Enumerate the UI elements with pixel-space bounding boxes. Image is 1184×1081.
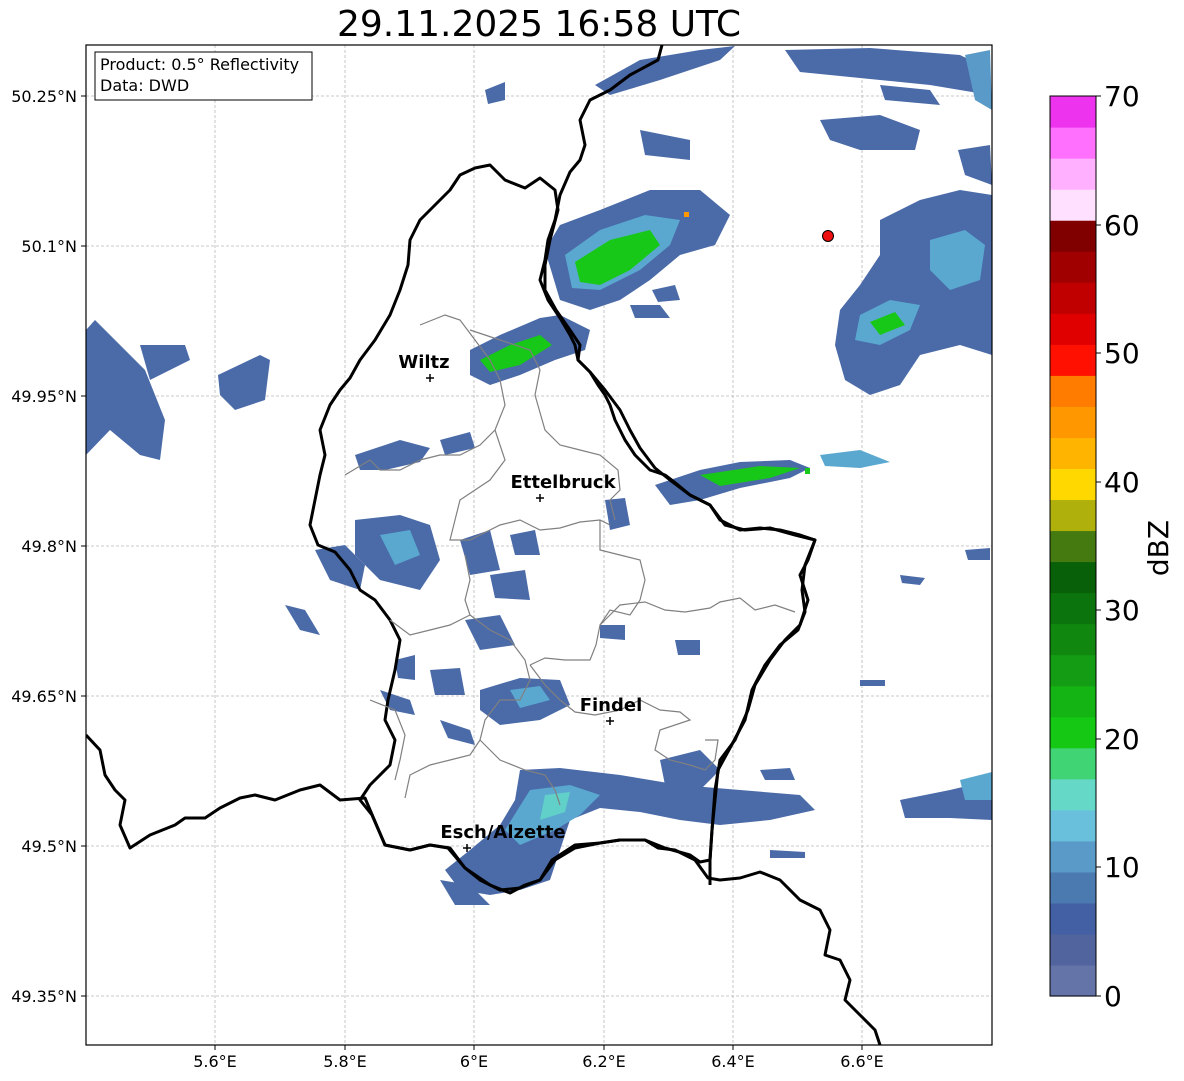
lon-axis: 5.6°E 5.8°E 6°E 6.2°E 6.4°E 6.6°E (193, 1045, 884, 1071)
colorbar-segment (1050, 251, 1096, 283)
lon-tick-label: 6°E (460, 1052, 488, 1071)
colorbar-segment (1050, 158, 1096, 190)
colorbar-segment (1050, 933, 1096, 966)
city-label-findel: Findel (580, 695, 643, 716)
colorbar-segment (1050, 964, 1096, 997)
info-box: Product: 0.5° Reflectivity Data: DWD (94, 51, 313, 101)
lon-tick-label: 5.6°E (193, 1052, 237, 1071)
colorbar-tick-label: 60 (1104, 209, 1140, 242)
lat-tick-label: 50.1°N (21, 237, 77, 256)
lat-tick-label: 49.5°N (21, 837, 77, 856)
lon-tick-label: 6.4°E (711, 1052, 755, 1071)
colorbar-segment (1050, 313, 1096, 345)
lon-tick-label: 6.2°E (582, 1052, 626, 1071)
lat-tick-label: 49.35°N (11, 987, 77, 1006)
colorbar-tick-label: 10 (1104, 851, 1140, 884)
city-label-ettelbruck: Ettelbruck (510, 472, 616, 493)
colorbar-tick-label: 50 (1104, 337, 1140, 370)
colorbar-segment (1050, 220, 1096, 252)
colorbar-tick-label: 20 (1104, 723, 1140, 756)
lat-tick-label: 49.8°N (21, 537, 77, 556)
lat-tick-label: 49.95°N (11, 387, 77, 406)
info-data-source: Data: DWD (100, 76, 189, 95)
colorbar-segment (1050, 561, 1096, 594)
colorbar-segment (1050, 499, 1096, 532)
lat-axis: 50.25°N 50.1°N 49.95°N 49.8°N 49.65°N 49… (11, 87, 86, 1006)
colorbar-segment (1050, 127, 1096, 159)
colorbar-segment (1050, 809, 1096, 842)
colorbar-segment (1050, 96, 1096, 128)
lon-tick-label: 5.8°E (323, 1052, 367, 1071)
lat-tick-label: 50.25°N (11, 87, 77, 106)
colorbar-segment (1050, 778, 1096, 811)
colorbar-segment (1050, 685, 1096, 718)
colorbar-segment (1050, 406, 1096, 438)
colorbar-segments (1050, 96, 1096, 997)
colorbar-label: dBZ (1142, 520, 1175, 576)
colorbar-segment (1050, 654, 1096, 687)
colorbar-segment (1050, 437, 1096, 470)
city-label-wiltz: Wiltz (398, 352, 449, 373)
city-label-esch-alzette: Esch/Alzette (440, 822, 565, 843)
colorbar-segment (1050, 530, 1096, 563)
colorbar-segment (1050, 189, 1096, 221)
colorbar-segment (1050, 344, 1096, 376)
colorbar-tick-label: 0 (1104, 980, 1122, 1013)
colorbar-segment (1050, 592, 1096, 625)
colorbar-segment (1050, 623, 1096, 656)
colorbar: 0 10 20 30 40 50 60 70 dBZ (1049, 80, 1175, 1013)
colorbar-segment (1050, 468, 1096, 501)
lon-tick-label: 6.6°E (840, 1052, 884, 1071)
colorbar-tick-label: 30 (1104, 594, 1140, 627)
lat-tick-label: 49.65°N (11, 687, 77, 706)
colorbar-segment (1050, 902, 1096, 935)
colorbar-tick-label: 70 (1104, 80, 1140, 113)
colorbar-segment (1050, 871, 1096, 904)
colorbar-segment (1050, 840, 1096, 873)
colorbar-segment (1050, 716, 1096, 749)
map-figure: Wiltz Ettelbruck Findel Esch/Alzette Pro… (11, 44, 1175, 1071)
colorbar-segment (1050, 375, 1096, 407)
colorbar-segment (1050, 747, 1096, 780)
radar-site-marker (822, 230, 834, 242)
map-area (86, 45, 992, 1045)
info-product: Product: 0.5° Reflectivity (100, 55, 299, 74)
colorbar-tick-label: 40 (1104, 466, 1140, 499)
colorbar-segment (1050, 282, 1096, 314)
